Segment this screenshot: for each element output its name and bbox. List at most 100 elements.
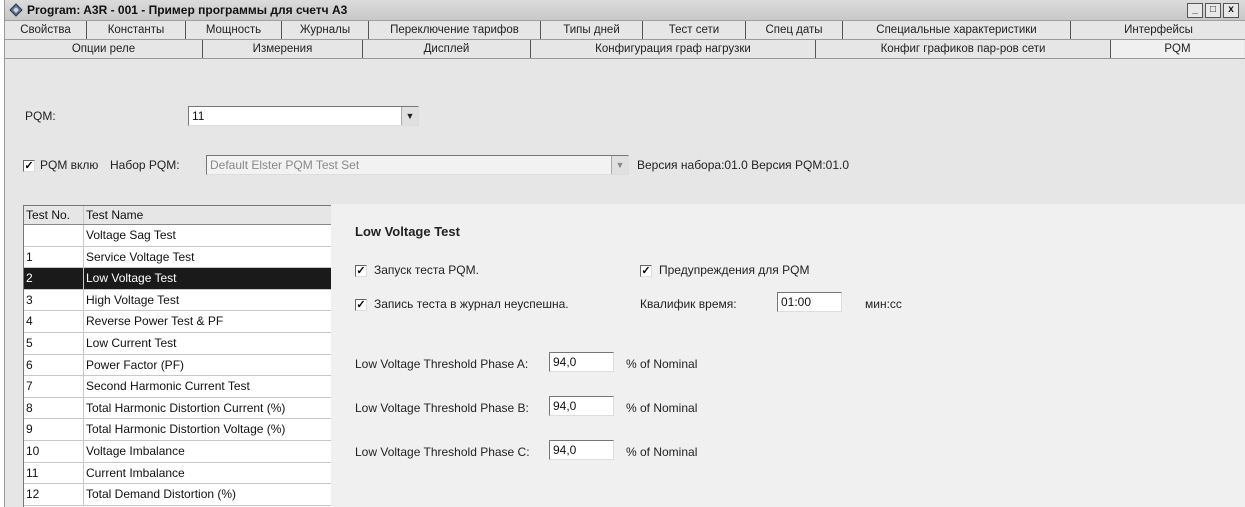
test-no-cell: 3: [24, 289, 84, 311]
pqm-versions: Версия набора:01.0 Версия PQM:01.0: [637, 158, 850, 172]
test-title: Low Voltage Test: [355, 224, 460, 239]
test-no-cell: 6: [24, 354, 84, 376]
test-name-cell: High Voltage Test: [86, 292, 180, 307]
table-body: Voltage Sag Test 1 Service Voltage Test 2…: [24, 225, 332, 506]
tab-load-profile-config[interactable]: Конфигурация граф нагрузки: [531, 40, 816, 58]
tab-day-types[interactable]: Типы дней: [541, 21, 643, 39]
table-row[interactable]: 1 Service Voltage Test: [24, 246, 332, 269]
threshold-b-unit: % of Nominal: [626, 401, 698, 415]
log-failed-checkbox[interactable]: ✓: [355, 299, 367, 311]
tab-tariff-switching[interactable]: Переключение тарифов: [369, 21, 541, 39]
maximize-button[interactable]: □: [1205, 3, 1221, 18]
test-name-cell: Voltage Sag Test: [86, 228, 176, 242]
test-no-cell: 4: [24, 311, 84, 332]
test-no-cell: [24, 225, 84, 246]
column-header-test-name[interactable]: Test Name: [84, 206, 332, 224]
table-row[interactable]: 7 Second Harmonic Current Test: [24, 376, 332, 398]
tab-display[interactable]: Дисплей: [363, 40, 531, 58]
tab-network-param-graphs[interactable]: Конфиг графиков пар-ров сети: [816, 40, 1111, 58]
table-row[interactable]: 8 Total Harmonic Distortion Current (%): [24, 397, 332, 420]
pqm-set-select[interactable]: Default Elster PQM Test Set ▼: [206, 155, 629, 175]
tab-pqm[interactable]: PQM: [1111, 40, 1244, 58]
window-title: Program: A3R - 001 - Пример программы дл…: [27, 3, 348, 17]
test-no-cell: 11: [24, 462, 84, 484]
test-name-cell: Power Factor (PF): [86, 357, 185, 372]
pqm-select[interactable]: 11 ▼: [188, 106, 419, 126]
tab-logs[interactable]: Журналы: [282, 21, 369, 39]
table-row[interactable]: Voltage Sag Test: [24, 225, 332, 247]
threshold-a-input[interactable]: 94,0: [549, 352, 614, 372]
threshold-a-unit: % of Nominal: [626, 357, 698, 371]
tab-measurements[interactable]: Измерения: [203, 40, 363, 58]
test-no-cell: 1: [24, 246, 84, 268]
threshold-c-unit: % of Nominal: [626, 445, 698, 459]
table-row[interactable]: 6 Power Factor (PF): [24, 354, 332, 377]
pqm-set-label: Набор PQM:: [110, 158, 180, 172]
chevron-down-icon[interactable]: ▼: [401, 107, 418, 125]
table-row[interactable]: 10 Voltage Imbalance: [24, 440, 332, 463]
table-row[interactable]: 5 Low Current Test: [24, 332, 332, 355]
tab-special-characteristics[interactable]: Специальные характеристики: [843, 21, 1071, 39]
tab-properties[interactable]: Свойства: [5, 21, 87, 39]
column-header-test-no[interactable]: Test No.: [24, 206, 84, 224]
table-row[interactable]: 3 High Voltage Test: [24, 289, 332, 312]
test-name-cell: Total Harmonic Distortion Current (%): [86, 400, 286, 415]
pqm-select-value: 11: [192, 109, 205, 123]
pqm-enabled-label: PQM вклю: [40, 158, 99, 172]
threshold-c-label: Low Voltage Threshold Phase C:: [355, 445, 530, 459]
program-window: Program: A3R - 001 - Пример программы дл…: [4, 0, 1245, 507]
close-button[interactable]: x: [1223, 3, 1239, 18]
pqm-set-value: Default Elster PQM Test Set: [210, 158, 360, 172]
test-name-cell: Reverse Power Test & PF: [86, 314, 224, 329]
tab-interfaces[interactable]: Интерфейсы: [1071, 21, 1245, 39]
threshold-b-label: Low Voltage Threshold Phase B:: [355, 401, 529, 415]
test-name-cell: Current Imbalance: [86, 465, 185, 480]
threshold-b-value: 94,0: [553, 399, 577, 413]
warnings-label: Предупреждения для PQM: [659, 263, 810, 277]
test-name-cell: Total Demand Distortion (%): [86, 487, 237, 502]
test-no-cell: 2: [24, 268, 84, 289]
test-no-cell: 7: [24, 376, 84, 397]
title-bar: Program: A3R - 001 - Пример программы дл…: [5, 0, 1245, 21]
pqm-enabled-checkbox[interactable]: ✓: [23, 160, 35, 172]
test-no-cell: 12: [24, 484, 84, 505]
table-row[interactable]: 9 Total Harmonic Distortion Voltage (%): [24, 419, 332, 441]
table-row[interactable]: 2 Low Voltage Test: [24, 268, 332, 290]
threshold-c-input[interactable]: 94,0: [549, 440, 614, 460]
test-no-cell: 10: [24, 440, 84, 462]
test-name-cell: Low Current Test: [86, 335, 177, 350]
tab-row-bottom: Опции реле Измерения Дисплей Конфигураци…: [5, 40, 1245, 59]
test-name-cell: Service Voltage Test: [86, 249, 195, 264]
tab-power[interactable]: Мощность: [186, 21, 282, 39]
tab-relay-options[interactable]: Опции реле: [5, 40, 203, 58]
qualify-time-value: 01:00: [781, 295, 812, 309]
qualify-time-label: Квалифик время:: [640, 297, 737, 311]
tab-row-top: Свойства Константы Мощность Журналы Пере…: [5, 21, 1245, 40]
threshold-a-value: 94,0: [553, 355, 577, 369]
table-row[interactable]: 12 Total Demand Distortion (%): [24, 484, 332, 506]
tab-special-dates[interactable]: Спец даты: [746, 21, 843, 39]
qualify-time-input[interactable]: 01:00: [777, 292, 842, 312]
test-name-cell: Low Voltage Test: [86, 271, 177, 286]
table-header: Test No. Test Name: [24, 206, 332, 225]
test-no-cell: 5: [24, 332, 84, 354]
threshold-b-input[interactable]: 94,0: [549, 396, 614, 416]
test-detail-panel: Low Voltage Test ✓ Запуск теста PQM. ✓ П…: [331, 204, 1245, 507]
minimize-button[interactable]: _: [1187, 3, 1203, 18]
tab-constants[interactable]: Константы: [87, 21, 186, 39]
test-table[interactable]: Test No. Test Name Voltage Sag Test 1 Ser…: [23, 205, 333, 507]
test-no-cell: 8: [24, 397, 84, 419]
pqm-label: PQM:: [25, 109, 56, 123]
warnings-checkbox[interactable]: ✓: [640, 265, 652, 277]
tab-network-test[interactable]: Тест сети: [643, 21, 746, 39]
qualify-time-unit: мин:сс: [865, 297, 902, 311]
table-row[interactable]: 4 Reverse Power Test & PF: [24, 311, 332, 333]
app-icon: [9, 3, 23, 17]
run-test-checkbox[interactable]: ✓: [355, 265, 367, 277]
run-test-label: Запуск теста PQM.: [374, 263, 479, 277]
pqm-panel: PQM: 11 ▼ ✓ PQM вклю Набор PQM: Default …: [5, 59, 1245, 507]
threshold-a-label: Low Voltage Threshold Phase A:: [355, 357, 529, 371]
table-row[interactable]: 11 Current Imbalance: [24, 462, 332, 485]
test-name-cell: Voltage Imbalance: [86, 443, 185, 458]
chevron-down-icon[interactable]: ▼: [611, 156, 628, 174]
